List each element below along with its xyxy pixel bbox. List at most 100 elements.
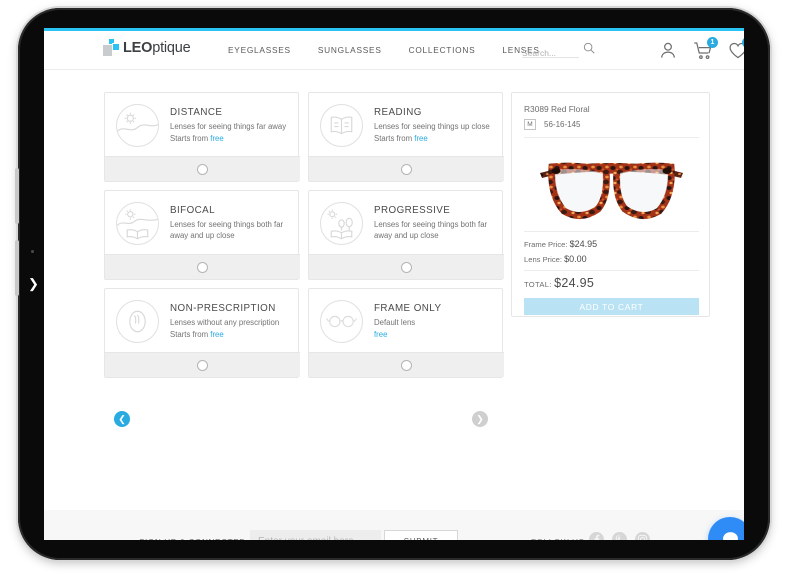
price-value: free bbox=[414, 133, 428, 143]
lens-card-desc: Lenses for seeing things both far away a… bbox=[374, 219, 488, 240]
lens-card-title: BIFOCAL bbox=[170, 204, 216, 216]
search-box[interactable] bbox=[522, 43, 579, 60]
account-icon[interactable] bbox=[658, 40, 678, 61]
lens-card-frame-only[interactable]: FRAME ONLY Default lens free bbox=[308, 288, 504, 378]
lens-card-desc: Lenses without any prescription bbox=[170, 318, 280, 328]
carousel-next-button[interactable]: ❯ bbox=[472, 411, 488, 427]
lens-card-price: Starts from free bbox=[170, 330, 279, 339]
product-name: R3089 Red Floral bbox=[524, 104, 590, 114]
instagram-icon[interactable] bbox=[635, 532, 650, 540]
lens-card-body: PROGRESSIVE Lenses for seeing things bot… bbox=[309, 191, 504, 255]
chat-bubble-icon bbox=[722, 531, 738, 540]
price-value: free bbox=[210, 329, 224, 339]
lens-options-grid: DISTANCE Lenses for seeing things far aw… bbox=[104, 92, 504, 378]
lens-card-reading[interactable]: READING Lenses for seeing things up clos… bbox=[308, 92, 504, 182]
cart-badge: 1 bbox=[707, 37, 718, 48]
frame-price-line: Frame Price: $24.95 bbox=[524, 239, 597, 249]
social-icons bbox=[589, 532, 650, 540]
eyeglasses-icon bbox=[320, 299, 363, 343]
blank-lens-icon bbox=[116, 299, 159, 343]
lens-card-footer bbox=[309, 352, 504, 377]
lens-card-desc: Lenses for seeing things up close bbox=[374, 122, 490, 132]
lens-card-title: NON-PRESCRIPTION bbox=[170, 303, 276, 315]
product-summary-panel: R3089 Red Floral M 56-16-145 Frame Price… bbox=[511, 92, 710, 317]
page-body: DISTANCE Lenses for seeing things far aw… bbox=[44, 70, 744, 540]
wishlist-icon[interactable]: 6 bbox=[728, 37, 744, 61]
logo-text-light: ptique bbox=[152, 40, 191, 56]
lens-card-desc: Lenses for seeing things far away bbox=[170, 122, 287, 132]
newsletter-band: SIGN UP & CONNECTED SUBMIT FOLLOW US bbox=[44, 510, 744, 540]
lens-card-distance[interactable]: DISTANCE Lenses for seeing things far aw… bbox=[104, 92, 300, 182]
lens-card-text: DISTANCE Lenses for seeing things far aw… bbox=[170, 107, 292, 143]
price-value: free bbox=[210, 133, 224, 143]
lens-radio-frame-only[interactable] bbox=[401, 359, 412, 371]
lens-radio-distance[interactable] bbox=[197, 163, 208, 175]
price-prefix: Starts from bbox=[170, 329, 209, 339]
device-volume-up-button[interactable] bbox=[15, 168, 19, 224]
facebook-icon[interactable] bbox=[589, 532, 604, 540]
frame-price-value: $24.95 bbox=[569, 239, 598, 249]
total-line: TOTAL: $24.95 bbox=[524, 276, 594, 290]
newsletter-submit-button[interactable]: SUBMIT bbox=[384, 530, 458, 540]
lens-card-title: PROGRESSIVE bbox=[374, 204, 451, 216]
price-prefix: Starts from bbox=[170, 133, 209, 143]
lens-card-non-prescription[interactable]: NON-PRESCRIPTION Lenses without any pres… bbox=[104, 288, 300, 378]
main-navigation: EYEGLASSES SUNGLASSES COLLECTIONS LENSES bbox=[228, 45, 540, 55]
lens-card-progressive[interactable]: PROGRESSIVE Lenses for seeing things bot… bbox=[308, 190, 504, 280]
product-dimensions: 56-16-145 bbox=[544, 120, 581, 129]
search-icon[interactable] bbox=[582, 41, 596, 55]
device-volume-down-button[interactable] bbox=[15, 240, 19, 296]
lens-card-footer bbox=[105, 254, 300, 279]
price-prefix: Starts from bbox=[374, 133, 413, 143]
cart-icon[interactable]: 1 bbox=[693, 37, 718, 61]
lens-card-body: DISTANCE Lenses for seeing things far aw… bbox=[105, 93, 300, 157]
product-image bbox=[540, 162, 683, 219]
lens-radio-bifocal[interactable] bbox=[197, 261, 208, 273]
tablet-device-frame: ❯ LEOptique EYEGLASSES SUNGLASSES COLLEC… bbox=[15, 8, 770, 560]
sun-landscape-icon bbox=[116, 103, 159, 147]
divider bbox=[524, 231, 699, 232]
lens-radio-non-prescription[interactable] bbox=[197, 359, 208, 371]
nav-item-eyeglasses[interactable]: EYEGLASSES bbox=[228, 45, 291, 55]
lens-radio-progressive[interactable] bbox=[401, 261, 412, 273]
header-actions: 1 6 bbox=[658, 37, 744, 61]
lens-price-label: Lens Price: bbox=[524, 255, 562, 264]
lens-card-footer bbox=[309, 254, 504, 279]
total-label: TOTAL: bbox=[524, 280, 552, 289]
search-input[interactable] bbox=[522, 48, 579, 60]
site-logo[interactable]: LEOptique bbox=[103, 39, 191, 57]
carousel-prev-button[interactable]: ❮ bbox=[114, 411, 130, 427]
lens-card-text: PROGRESSIVE Lenses for seeing things bot… bbox=[374, 205, 504, 241]
browser-screen: LEOptique EYEGLASSES SUNGLASSES COLLECTI… bbox=[44, 28, 744, 540]
lens-card-body: READING Lenses for seeing things up clos… bbox=[309, 93, 504, 157]
edge-scroll-right-icon[interactable]: ❯ bbox=[28, 276, 39, 292]
screen-edge-dot bbox=[31, 250, 34, 253]
logo-text-bold: LEO bbox=[123, 40, 153, 56]
lens-card-text: READING Lenses for seeing things up clos… bbox=[374, 107, 496, 143]
nav-item-collections[interactable]: COLLECTIONS bbox=[409, 45, 476, 55]
divider bbox=[524, 270, 699, 271]
lens-card-body: FRAME ONLY Default lens free bbox=[309, 289, 504, 353]
lens-card-title: FRAME ONLY bbox=[374, 303, 442, 315]
divider bbox=[524, 137, 699, 138]
lens-card-title: READING bbox=[374, 107, 422, 119]
logo-squares-icon bbox=[103, 39, 120, 57]
lens-card-footer bbox=[105, 352, 300, 377]
lens-radio-reading[interactable] bbox=[401, 163, 412, 175]
add-to-cart-button[interactable]: ADD TO CART bbox=[524, 298, 699, 315]
sun-landscape-book-icon bbox=[116, 201, 159, 245]
lens-card-desc: Default lens bbox=[374, 318, 416, 328]
open-book-icon bbox=[320, 103, 363, 147]
logo-text: LEOptique bbox=[123, 40, 191, 56]
total-value: $24.95 bbox=[554, 276, 595, 290]
product-size-badge: M bbox=[524, 119, 536, 130]
follow-us-label: FOLLOW US bbox=[531, 538, 585, 540]
lens-card-bifocal[interactable]: BIFOCAL Lenses for seeing things both fa… bbox=[104, 190, 300, 280]
lens-card-desc: Lenses for seeing things both far away a… bbox=[170, 219, 284, 240]
nav-item-sunglasses[interactable]: SUNGLASSES bbox=[318, 45, 382, 55]
pinterest-icon[interactable] bbox=[612, 532, 627, 540]
lens-card-title: DISTANCE bbox=[170, 107, 223, 119]
newsletter-email-input[interactable] bbox=[250, 530, 381, 540]
lens-card-footer bbox=[309, 156, 504, 181]
frame-price-label: Frame Price: bbox=[524, 240, 568, 249]
